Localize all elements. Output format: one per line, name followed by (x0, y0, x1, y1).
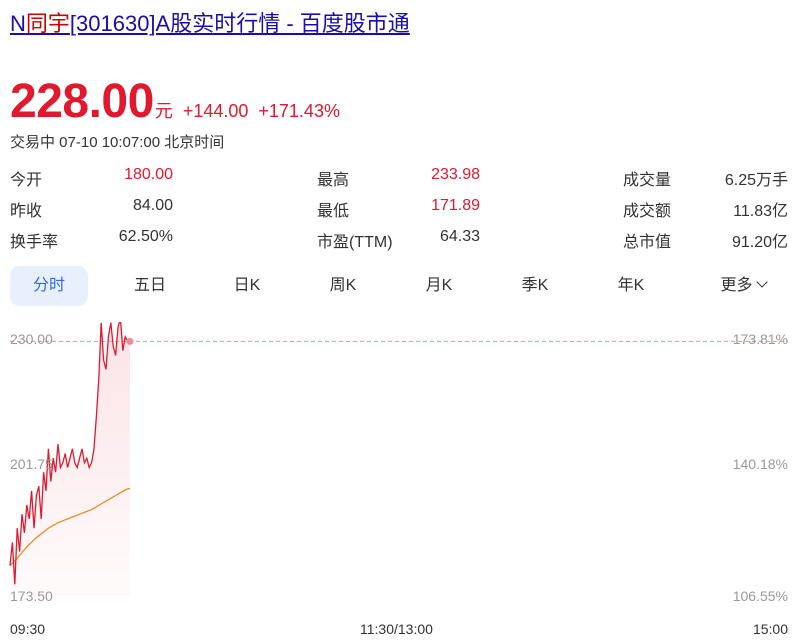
stat-value: 91.20亿 (731, 234, 788, 251)
y-tick-left: 173.50 (10, 588, 53, 604)
stats-grid: 今开 180.00 昨收 84.00 换手率 62.50% 最高 233.98 最低 17… (10, 166, 790, 258)
x-tick: 11:30/13:00 (360, 621, 433, 637)
y-tick-left: 201.75 (10, 456, 53, 472)
stat-amount: 成交额 11.83亿 (623, 197, 788, 220)
tab-quarterly-k[interactable]: 季K (490, 266, 580, 306)
stat-label: 换手率 (10, 234, 59, 251)
chart-canvas (9, 322, 788, 596)
stat-turnover-rate: 换手率 62.50% (10, 228, 173, 251)
chart-period-tabs: 分时 五日 日K 周K 月K 季K 年K 更多 (10, 266, 790, 306)
stat-prev-close: 昨收 84.00 (10, 197, 173, 220)
stat-market-cap: 总市值 91.20亿 (623, 228, 788, 251)
stat-value: 84.00 (132, 197, 173, 214)
trading-status: 交易中 07-10 10:07:00 北京时间 (10, 134, 225, 151)
stat-label: 市盈(TTM) (317, 234, 393, 251)
stat-value: 11.83亿 (733, 203, 788, 220)
tab-more-label: 更多 (720, 277, 753, 294)
stat-label: 总市值 (623, 234, 672, 251)
stat-label: 成交量 (623, 172, 672, 189)
tab-yearly-k[interactable]: 年K (586, 266, 676, 306)
stat-value: 233.98 (431, 166, 480, 183)
price-change-percent: +171.43% (258, 101, 340, 121)
stat-label: 最低 (317, 203, 350, 220)
stat-high: 最高 233.98 (317, 166, 480, 189)
price-unit: 元 (154, 101, 173, 121)
chevron-down-icon (755, 276, 768, 288)
stat-label: 成交额 (623, 203, 672, 220)
title-suffix: [301630]A股实时行情 - 百度股市通 (69, 11, 410, 36)
x-tick: 15:00 (752, 621, 788, 637)
price-change: +144.00 (182, 101, 249, 121)
y-tick-left: 230.00 (10, 331, 53, 347)
current-price: 228.00 (10, 75, 154, 128)
tab-intraday[interactable]: 分时 (10, 266, 88, 306)
stat-low: 最低 171.89 (317, 197, 480, 220)
y-tick-right: 173.81% (732, 331, 788, 347)
x-tick: 09:30 (10, 621, 46, 637)
stat-label: 最高 (317, 172, 350, 189)
stat-volume: 成交量 6.25万手 (623, 166, 788, 189)
y-tick-right: 106.55% (732, 588, 788, 604)
y-tick-right: 140.18% (732, 456, 788, 472)
title-highlight: 同宇 (25, 11, 70, 36)
tab-weekly-k[interactable]: 周K (298, 266, 388, 306)
tab-monthly-k[interactable]: 月K (394, 266, 484, 306)
stat-value: 171.89 (431, 197, 480, 214)
intraday-chart[interactable]: 230.00 201.75 173.50 173.81% 140.18% 106… (0, 322, 800, 643)
tab-daily-k[interactable]: 日K (202, 266, 292, 306)
stat-label: 今开 (10, 172, 43, 189)
page-title-link[interactable]: N同宇[301630]A股实时行情 - 百度股市通 (10, 6, 410, 38)
title-prefix: N (10, 11, 26, 36)
stat-label: 昨收 (10, 203, 43, 220)
stat-value: 62.50% (118, 228, 173, 245)
stat-pe-ttm: 市盈(TTM) 64.33 (317, 228, 480, 251)
tab-more[interactable]: 更多 (698, 266, 788, 306)
tab-five-day[interactable]: 五日 (105, 266, 195, 306)
stat-value: 180.00 (124, 166, 173, 183)
latest-price-dot (126, 337, 134, 345)
price-row: 228.00 元 +144.00 +171.43% (10, 74, 340, 129)
stat-value: 6.25万手 (724, 172, 788, 189)
stat-value: 64.33 (439, 228, 480, 245)
stat-open: 今开 180.00 (10, 166, 173, 189)
